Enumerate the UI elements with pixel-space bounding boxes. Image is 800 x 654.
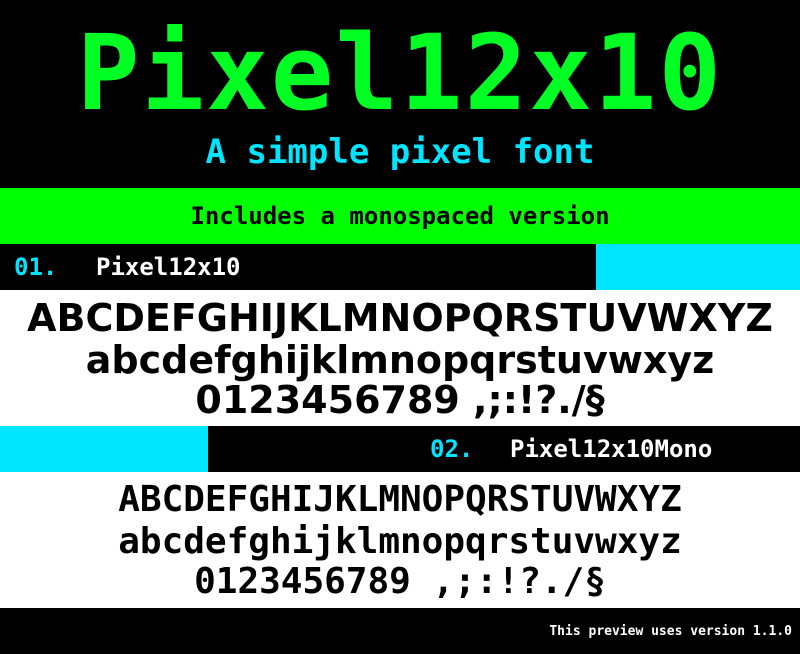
section-name: Pixel12x10Mono (510, 435, 713, 463)
sample-block-pixel12x10mono: ABCDEFGHIJKLMNOPQRSTUVWXYZ abcdefghijklm… (0, 472, 800, 608)
monospaced-banner: Includes a monospaced version (0, 188, 800, 244)
font-preview: Pixel12x10 A simple pixel font Includes … (0, 0, 800, 654)
digits-punctuation-sample: 0123456789 ,;:!?./§ (194, 561, 606, 602)
sample-block-pixel12x10: ABCDEFGHIJKLMNOPQRSTUVWXYZ abcdefghijklm… (0, 290, 800, 426)
uppercase-sample: ABCDEFGHIJKLMNOPQRSTUVWXYZ (118, 479, 682, 520)
decorative-cyan-block (596, 244, 800, 290)
decorative-cyan-block (0, 426, 208, 472)
section-number: 01. (14, 253, 58, 281)
section-number: 02. (430, 435, 474, 463)
banner-text: Includes a monospaced version (190, 202, 610, 230)
digits-punctuation-sample: 0123456789 ,;:!?./§ (195, 378, 605, 422)
version-note: This preview uses version 1.1.0 (549, 624, 792, 639)
footer: This preview uses version 1.1.0 (0, 608, 800, 654)
section-name: Pixel12x10 (96, 253, 241, 281)
font-subtitle: A simple pixel font (205, 132, 595, 172)
section-header-pixel12x10mono: 02. Pixel12x10Mono (0, 426, 800, 472)
uppercase-sample: ABCDEFGHIJKLMNOPQRSTUVWXYZ (27, 296, 773, 340)
title-section: Pixel12x10 A simple pixel font (0, 0, 800, 188)
lowercase-sample: abcdefghijklmnopqrstuvwxyz (118, 521, 682, 562)
lowercase-sample: abcdefghijklmnopqrstuvwxyz (85, 338, 715, 382)
font-title: Pixel12x10 (76, 12, 724, 134)
section-header-pixel12x10: 01. Pixel12x10 (0, 244, 800, 290)
